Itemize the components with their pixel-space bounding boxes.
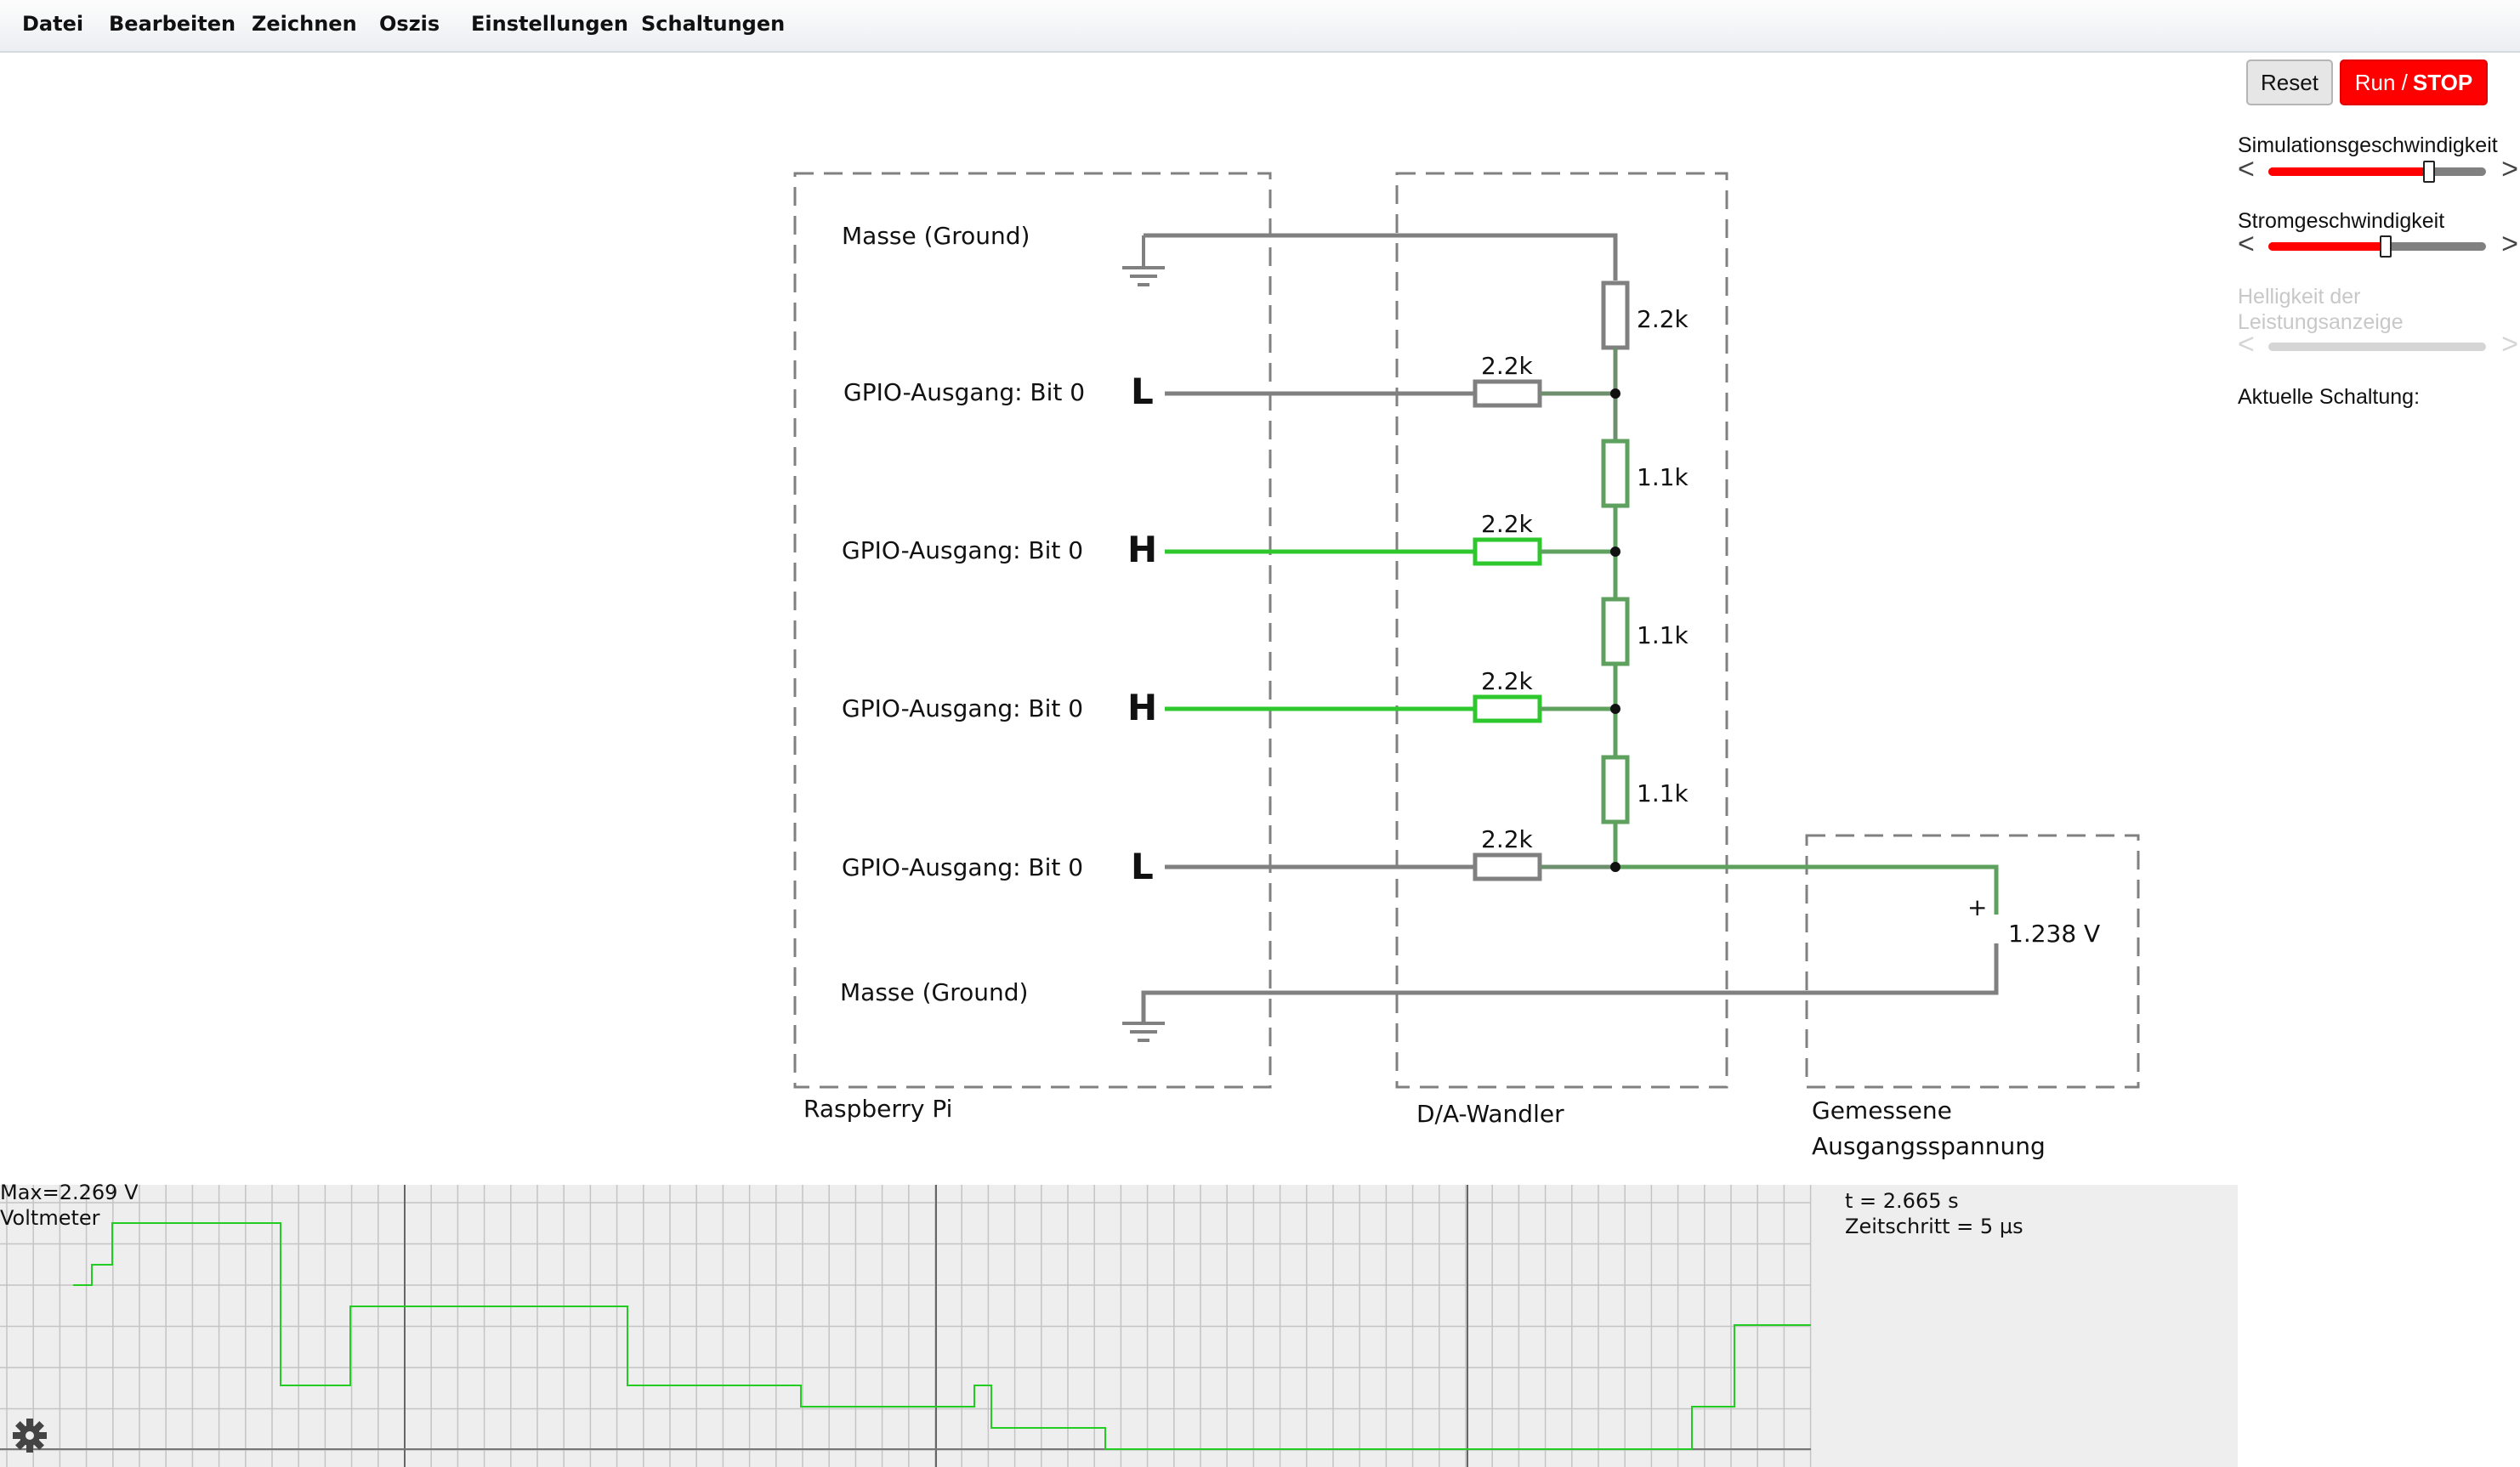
- resistor-ladder-2[interactable]: [1601, 597, 1630, 666]
- gpio-label-1: GPIO-Ausgang: Bit 0: [842, 536, 1083, 564]
- brightness-slider: < >: [2238, 328, 2518, 360]
- ground-label-top: Masse (Ground): [842, 222, 1030, 250]
- brightness-label-1: Helligkeit der: [2238, 285, 2361, 309]
- raspberry-pi-box[interactable]: [793, 172, 1272, 1089]
- resistor-ladder-label-0: 2.2k: [1637, 305, 1689, 333]
- gpio-state-3[interactable]: L: [1131, 846, 1154, 887]
- chevron-right-icon[interactable]: >: [2501, 229, 2518, 258]
- resistor-ladder-label-3: 1.1k: [1637, 779, 1689, 807]
- menu-bearbeiten[interactable]: Bearbeiten: [109, 12, 236, 36]
- scope-time: t = 2.665 s: [1845, 1189, 1959, 1213]
- current-speed-slider[interactable]: < >: [2238, 229, 2518, 258]
- junction-3[interactable]: [1610, 862, 1620, 872]
- resistor-h-label-0: 2.2k: [1481, 352, 1534, 380]
- voltmeter-value[interactable]: 1.238 V: [2008, 920, 2100, 948]
- menu-schaltungen[interactable]: Schaltungen: [641, 12, 785, 36]
- menu-einstellungen[interactable]: Einstellungen: [471, 12, 628, 36]
- ground-symbol-top[interactable]: [1122, 235, 1165, 286]
- current-speed-label: Stromgeschwindigkeit: [2238, 209, 2445, 233]
- current-circuit-label: Aktuelle Schaltung:: [2238, 385, 2421, 409]
- menu-datei[interactable]: Datei: [22, 12, 83, 36]
- ground-label-bottom: Masse (Ground): [840, 978, 1028, 1006]
- voltmeter-plus: +: [1967, 893, 1987, 921]
- stop-label: STOP: [2412, 69, 2473, 95]
- slider-fill: [2268, 242, 2387, 251]
- brightness-label-2: Leistungsanzeige: [2238, 310, 2404, 334]
- run-stop-button[interactable]: Run / STOP: [2340, 59, 2488, 105]
- gear-icon[interactable]: [10, 1416, 49, 1455]
- resistor-h-2[interactable]: [1473, 694, 1542, 723]
- ground-symbol-bottom[interactable]: [1122, 1022, 1165, 1042]
- resistor-ladder-label-1: 1.1k: [1637, 463, 1689, 491]
- chevron-left-icon[interactable]: <: [2238, 155, 2255, 184]
- gpio-state-1[interactable]: H: [1127, 529, 1157, 570]
- slider-thumb[interactable]: [2380, 235, 2392, 258]
- output-box[interactable]: [1805, 834, 2140, 1089]
- chevron-right-icon[interactable]: >: [2501, 155, 2518, 184]
- box-label-dac: D/A-Wandler: [1416, 1100, 1564, 1128]
- scope-max-label: Max=2.269 V: [0, 1181, 139, 1204]
- slider-track[interactable]: [2268, 161, 2486, 183]
- resistor-ladder-label-2: 1.1k: [1637, 621, 1689, 649]
- sim-speed-label: Simulationsgeschwindigkeit: [2238, 133, 2498, 157]
- box-label-output-1: Gemessene: [1812, 1096, 1952, 1124]
- run-label: Run /: [2354, 69, 2408, 95]
- chevron-left-icon[interactable]: <: [2238, 229, 2255, 258]
- slider-thumb[interactable]: [2423, 161, 2436, 183]
- junction-0[interactable]: [1610, 388, 1620, 399]
- resistor-h-label-3: 2.2k: [1481, 825, 1534, 853]
- junction-2[interactable]: [1610, 704, 1620, 714]
- menu-zeichnen[interactable]: Zeichnen: [252, 12, 357, 36]
- resistor-ladder-1[interactable]: [1601, 439, 1630, 508]
- scope-name-label: Voltmeter: [0, 1206, 100, 1230]
- junction-1[interactable]: [1610, 547, 1620, 557]
- resistor-ladder-3[interactable]: [1601, 755, 1630, 824]
- scope-timestep: Zeitschritt = 5 µs: [1845, 1215, 2023, 1238]
- gpio-state-0[interactable]: L: [1131, 371, 1154, 412]
- reset-button[interactable]: Reset: [2246, 59, 2333, 105]
- resistor-h-label-1: 2.2k: [1481, 510, 1534, 538]
- chevron-right-icon: >: [2501, 328, 2518, 360]
- gpio-label-2: GPIO-Ausgang: Bit 0: [842, 694, 1083, 722]
- box-label-raspberry: Raspberry Pi: [803, 1095, 952, 1123]
- resistor-h-0[interactable]: [1473, 379, 1542, 408]
- resistor-ladder-0[interactable]: [1601, 280, 1630, 350]
- slider-track: [2268, 343, 2486, 351]
- gpio-label-3: GPIO-Ausgang: Bit 0: [842, 853, 1083, 881]
- sim-speed-slider[interactable]: < >: [2238, 155, 2518, 184]
- menu-bar: Datei Bearbeiten Zeichnen Oszis Einstell…: [0, 0, 2520, 53]
- box-label-output-2: Ausgangsspannung: [1812, 1132, 2046, 1160]
- circuit-canvas[interactable]: Raspberry Pi D/A-Wandler Gemessene Ausga…: [0, 53, 2228, 1185]
- slider-track[interactable]: [2268, 235, 2486, 258]
- resistor-h-label-2: 2.2k: [1481, 667, 1534, 695]
- resistor-h-3[interactable]: [1473, 852, 1542, 881]
- gpio-state-2[interactable]: H: [1127, 687, 1157, 728]
- slider-fill: [2268, 167, 2430, 176]
- chevron-left-icon: <: [2238, 328, 2255, 360]
- wire-ground-top[interactable]: [1144, 233, 1618, 280]
- menu-oszis[interactable]: Oszis: [379, 12, 440, 36]
- resistor-h-1[interactable]: [1473, 537, 1542, 566]
- gpio-label-0: GPIO-Ausgang: Bit 0: [843, 378, 1085, 406]
